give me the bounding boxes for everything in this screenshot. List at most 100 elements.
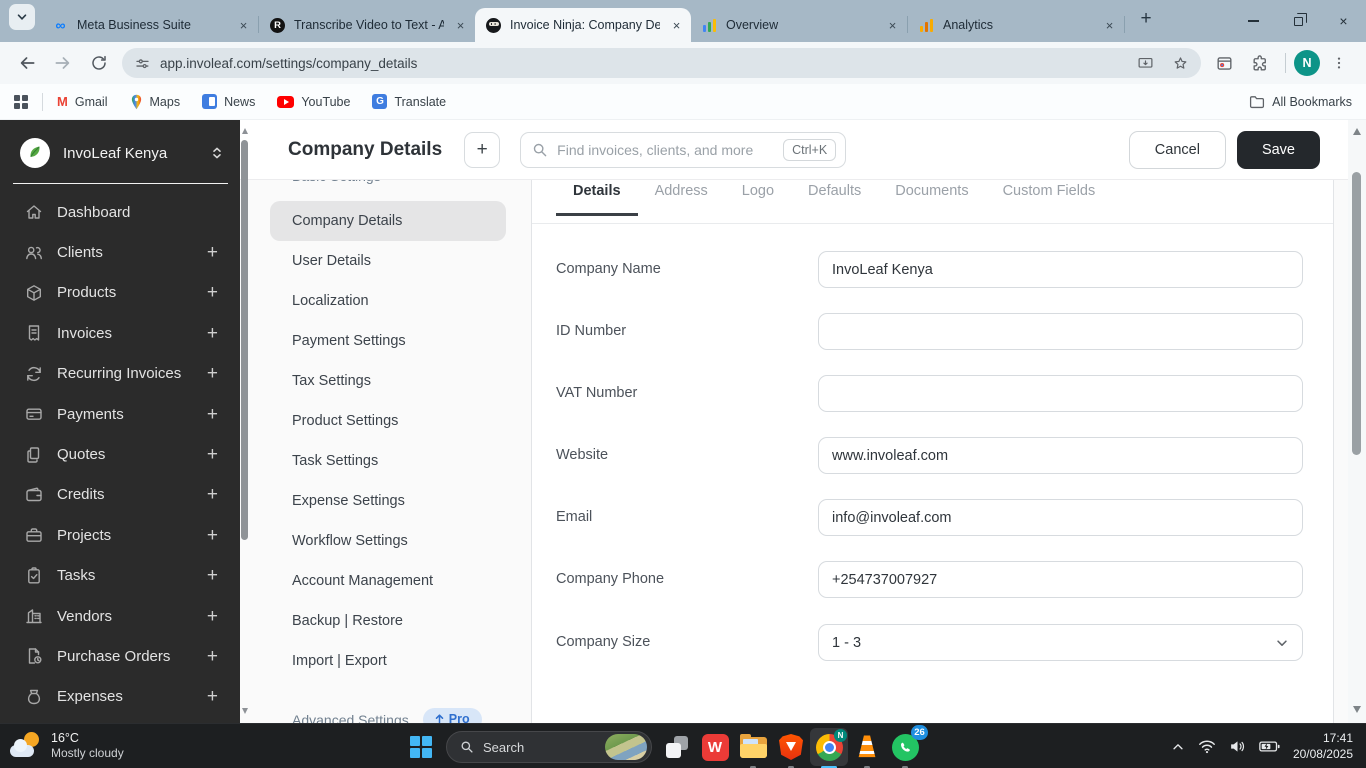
bookmark-star-button[interactable] <box>1167 50 1193 76</box>
back-button[interactable] <box>10 46 44 80</box>
extensions-button[interactable] <box>1243 46 1277 80</box>
pro-upgrade-badge[interactable]: Pro <box>422 708 482 723</box>
tab-close-button[interactable]: × <box>235 17 252 34</box>
browser-tab-overview[interactable]: Overview × <box>691 8 907 42</box>
add-project-button[interactable]: + <box>207 526 218 545</box>
sidebar-item-purchase-orders[interactable]: Purchase Orders + <box>0 636 240 676</box>
all-bookmarks-button[interactable]: All Bookmarks <box>1249 95 1352 109</box>
vat-number-input[interactable] <box>818 375 1303 412</box>
task-view-button[interactable] <box>658 728 696 766</box>
sidebar-item-clients[interactable]: Clients + <box>0 232 240 272</box>
company-name-input[interactable] <box>818 251 1303 288</box>
forward-button[interactable] <box>46 46 80 80</box>
settings-item-company-details[interactable]: Company Details <box>270 201 506 241</box>
battery-icon[interactable] <box>1259 740 1280 753</box>
browser-tab-invoice-ninja[interactable]: Invoice Ninja: Company Deta × <box>475 8 691 42</box>
add-client-button[interactable]: + <box>207 243 218 262</box>
taskbar-clock[interactable]: 17:41 20/08/2025 <box>1293 731 1353 762</box>
tab-close-button[interactable]: × <box>1101 17 1118 34</box>
browser-tab-analytics[interactable]: Analytics × <box>908 8 1124 42</box>
settings-section-advanced[interactable]: Advanced Settings Pro <box>292 708 482 723</box>
scroll-up-arrow[interactable] <box>242 128 248 134</box>
email-input[interactable] <box>818 499 1303 536</box>
browser-tab-transcribe[interactable]: R Transcribe Video to Text - AI × <box>259 8 475 42</box>
reload-button[interactable] <box>82 46 116 80</box>
file-explorer-app[interactable] <box>734 728 772 768</box>
website-input[interactable] <box>818 437 1303 474</box>
brave-browser-app[interactable] <box>772 728 810 768</box>
window-close-button[interactable]: × <box>1321 0 1366 42</box>
add-vendor-button[interactable]: + <box>207 607 218 626</box>
sidebar-item-dashboard[interactable]: Dashboard <box>0 192 240 232</box>
scrollbar-thumb[interactable] <box>241 140 248 540</box>
window-minimize-button[interactable] <box>1231 0 1276 42</box>
add-payment-button[interactable]: + <box>207 405 218 424</box>
sidebar-item-payments[interactable]: Payments + <box>0 394 240 434</box>
sidebar-item-quotes[interactable]: Quotes + <box>0 434 240 474</box>
bookmark-gmail[interactable]: M Gmail <box>57 94 108 109</box>
add-invoice-button[interactable]: + <box>207 324 218 343</box>
tab-address[interactable]: Address <box>638 183 725 216</box>
settings-item-tax-settings[interactable]: Tax Settings <box>240 361 531 401</box>
tab-custom-fields[interactable]: Custom Fields <box>986 183 1113 216</box>
sidebar-item-invoices[interactable]: Invoices + <box>0 313 240 353</box>
address-bar[interactable]: app.involeaf.com/settings/company_detail… <box>122 48 1201 78</box>
settings-nav-scrollbar[interactable] <box>240 120 251 723</box>
id-number-input[interactable] <box>818 313 1303 350</box>
apps-grid-button[interactable] <box>14 94 28 109</box>
tab-groups-button[interactable] <box>1207 46 1241 80</box>
sidebar-item-tasks[interactable]: Tasks + <box>0 556 240 596</box>
add-recurring-invoice-button[interactable]: + <box>207 364 218 383</box>
company-size-select[interactable]: 1 - 3 <box>818 624 1303 661</box>
settings-item-workflow-settings[interactable]: Workflow Settings <box>240 521 531 561</box>
page-scrollbar[interactable] <box>1348 120 1366 723</box>
settings-item-account-management[interactable]: Account Management <box>240 561 531 601</box>
new-tab-button[interactable]: + <box>1131 4 1161 34</box>
window-restore-button[interactable] <box>1276 0 1321 42</box>
settings-item-user-details[interactable]: User Details <box>240 241 531 281</box>
bookmark-maps[interactable]: Maps <box>130 94 180 110</box>
profile-avatar[interactable]: N <box>1294 50 1320 76</box>
settings-item-import-export[interactable]: Import | Export <box>240 641 531 681</box>
wifi-icon[interactable] <box>1198 739 1216 754</box>
sidebar-item-vendors[interactable]: Vendors + <box>0 596 240 636</box>
bookmark-youtube[interactable]: YouTube <box>277 95 350 109</box>
global-search-input[interactable] <box>557 141 775 158</box>
chrome-app-active[interactable]: N <box>810 728 848 768</box>
wps-office-app[interactable]: W <box>696 728 734 766</box>
add-settings-button[interactable]: + <box>464 131 501 168</box>
taskbar-search[interactable]: Search <box>446 731 652 763</box>
tab-search-button[interactable] <box>9 4 35 30</box>
tab-details[interactable]: Details <box>556 183 638 216</box>
browser-menu-button[interactable] <box>1322 46 1356 80</box>
settings-item-localization[interactable]: Localization <box>240 281 531 321</box>
start-button[interactable] <box>402 728 440 766</box>
add-task-button[interactable]: + <box>207 566 218 585</box>
scroll-down-arrow[interactable] <box>1353 706 1361 713</box>
tray-expand-chevron[interactable] <box>1171 740 1185 754</box>
install-app-button[interactable] <box>1132 50 1158 76</box>
tab-documents[interactable]: Documents <box>878 183 985 216</box>
add-product-button[interactable]: + <box>207 283 218 302</box>
bookmark-news[interactable]: News <box>202 94 255 109</box>
tab-close-button[interactable]: × <box>884 17 901 34</box>
sidebar-item-projects[interactable]: Projects + <box>0 515 240 555</box>
settings-item-task-settings[interactable]: Task Settings <box>240 441 531 481</box>
cancel-button[interactable]: Cancel <box>1128 130 1226 169</box>
sidebar-item-products[interactable]: Products + <box>0 273 240 313</box>
add-credit-button[interactable]: + <box>207 485 218 504</box>
scroll-down-arrow[interactable] <box>242 708 248 714</box>
company-phone-input[interactable] <box>818 561 1303 598</box>
company-switcher[interactable]: InvoLeaf Kenya <box>0 128 240 178</box>
settings-item-payment-settings[interactable]: Payment Settings <box>240 321 531 361</box>
browser-tab-meta[interactable]: ∞ Meta Business Suite × <box>42 8 258 42</box>
volume-icon[interactable] <box>1229 739 1246 754</box>
tab-close-button[interactable]: × <box>452 17 469 34</box>
add-purchase-order-button[interactable]: + <box>207 647 218 666</box>
settings-item-backup-restore[interactable]: Backup | Restore <box>240 601 531 641</box>
bookmark-translate[interactable]: G Translate <box>372 94 446 109</box>
add-expense-button[interactable]: + <box>207 687 218 706</box>
sidebar-item-credits[interactable]: Credits + <box>0 475 240 515</box>
scrollbar-thumb[interactable] <box>1352 172 1361 455</box>
sidebar-item-recurring-invoices[interactable]: Recurring Invoices + <box>0 354 240 394</box>
